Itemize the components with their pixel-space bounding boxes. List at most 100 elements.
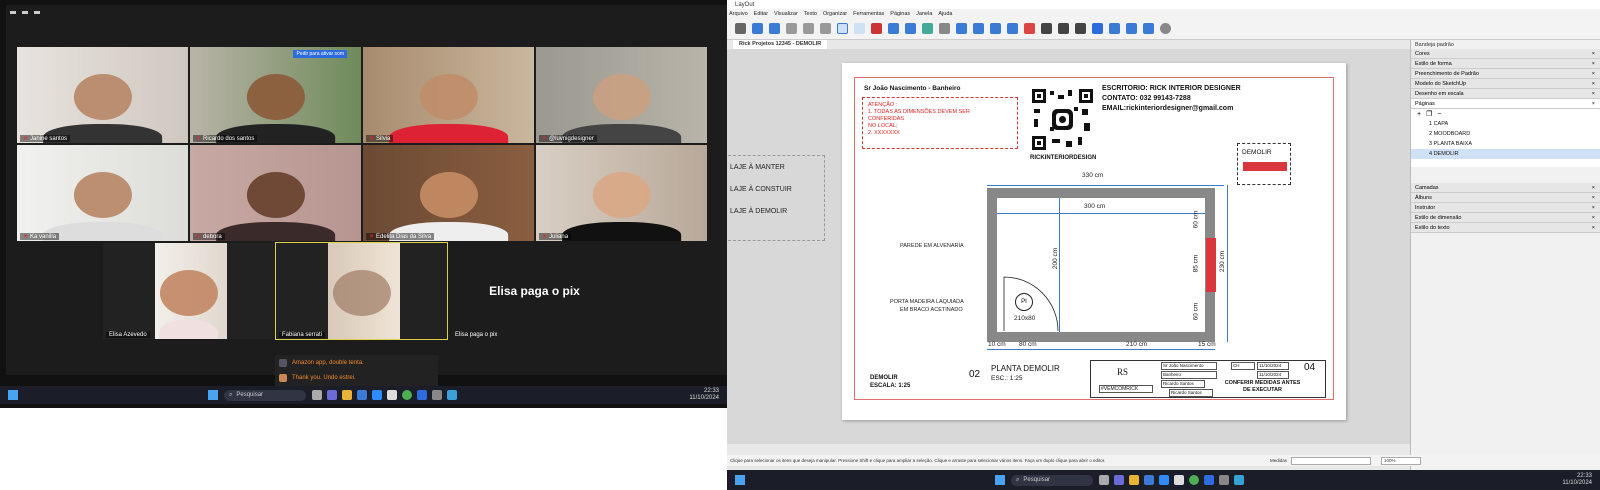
close-icon[interactable]: ×: [1592, 51, 1595, 57]
duplicate-page-icon[interactable]: ❐: [1426, 110, 1432, 118]
participant-tile[interactable]: ✕ Edelita Dias da Silva: [362, 144, 535, 242]
windows-start-icon[interactable]: [735, 475, 745, 485]
remove-page-icon[interactable]: −: [1437, 111, 1441, 118]
tray-section-sketchup-model[interactable]: Modelo do SketchUp ×: [1411, 79, 1600, 89]
menu-paginas[interactable]: Páginas: [890, 11, 910, 17]
dimension-tool-icon[interactable]: [990, 23, 1001, 34]
tray-section-shape-style[interactable]: Estilo de forma ×: [1411, 59, 1600, 69]
close-icon[interactable]: ×: [1592, 195, 1595, 201]
folder-icon[interactable]: [342, 390, 352, 400]
undo-icon[interactable]: [752, 23, 763, 34]
document-tab[interactable]: Rick Projetos 12345 - DEMOLIR: [733, 40, 828, 49]
text-tool-icon[interactable]: [956, 23, 967, 34]
participant-tile[interactable]: Elisa paga o pix Elisa paga o pix: [448, 242, 621, 340]
menu-janela[interactable]: Janela: [916, 11, 932, 17]
settings-icon[interactable]: [432, 390, 442, 400]
label-tool-icon[interactable]: [973, 23, 984, 34]
menu-ajuda[interactable]: Ajuda: [938, 11, 952, 17]
tray-section-instructor[interactable]: Instrutor ×: [1411, 203, 1600, 213]
app-icon[interactable]: [417, 390, 427, 400]
store-icon[interactable]: [1144, 475, 1154, 485]
chrome-icon[interactable]: [402, 390, 412, 400]
close-icon[interactable]: ×: [1592, 205, 1595, 211]
close-icon[interactable]: ×: [1592, 61, 1595, 67]
notification-item[interactable]: Thank you. Undo estrei.: [275, 370, 438, 385]
tray-section-pages[interactable]: Páginas ×: [1411, 99, 1600, 109]
chat-icon[interactable]: [1114, 475, 1124, 485]
active-speaker-tile[interactable]: Fabiana serrati: [275, 242, 448, 340]
copy-icon[interactable]: [803, 23, 814, 34]
menu-arquivo[interactable]: Arquivo: [729, 11, 748, 17]
polygon-tool-icon[interactable]: [939, 23, 950, 34]
participant-tile[interactable]: ✕ Ka vanilla: [16, 144, 189, 242]
split-icon[interactable]: [1058, 23, 1069, 34]
join-icon[interactable]: [1075, 23, 1086, 34]
close-icon[interactable]: ×: [1592, 215, 1595, 221]
prev-page-icon[interactable]: [1126, 23, 1137, 34]
paste-icon[interactable]: [820, 23, 831, 34]
chrome-icon[interactable]: [1189, 475, 1199, 485]
windows-start-icon[interactable]: [8, 390, 18, 400]
menu-visualizar[interactable]: Visualizar: [774, 11, 798, 17]
demolish-wall[interactable]: [1206, 238, 1216, 292]
participant-tile[interactable]: ✕ Juliana: [535, 144, 708, 242]
store-icon[interactable]: [357, 390, 367, 400]
zoom-select[interactable]: 100%: [1381, 456, 1422, 465]
start-icon[interactable]: [208, 390, 218, 400]
tray-section-dimension-style[interactable]: Estilo de dimensão ×: [1411, 213, 1600, 223]
page-item-capa[interactable]: 1 CAPA: [1411, 119, 1600, 129]
cut-icon[interactable]: [786, 23, 797, 34]
menu-editar[interactable]: Editar: [754, 11, 768, 17]
add-page-icon[interactable]: +: [1417, 111, 1421, 118]
print-icon[interactable]: [735, 23, 746, 34]
line-tool-icon[interactable]: [871, 23, 882, 34]
tray-section-colors[interactable]: Cores ×: [1411, 49, 1600, 59]
close-icon[interactable]: ×: [1592, 225, 1595, 231]
zoom-icon[interactable]: [372, 390, 382, 400]
tray-section-pattern-fill[interactable]: Preenchimento de Padrão ×: [1411, 69, 1600, 79]
circle-tool-icon[interactable]: [922, 23, 933, 34]
page-item-planta-baixa[interactable]: 3 PLANTA BAIXA: [1411, 139, 1600, 149]
participant-tile[interactable]: ✕ @luvnigdesigner: [535, 46, 708, 144]
app-icon[interactable]: [387, 390, 397, 400]
view-icon[interactable]: [22, 10, 28, 14]
tray-section-text-style[interactable]: Estilo do texto ×: [1411, 223, 1600, 233]
participant-tile[interactable]: Pedir para ativar som ✕ Ricardo dos santo…: [189, 46, 362, 144]
menu-texto[interactable]: Texto: [804, 11, 817, 17]
menu-ferramentas[interactable]: Ferramentas: [853, 11, 884, 17]
app-icon[interactable]: [447, 390, 457, 400]
folder-icon[interactable]: [1129, 475, 1139, 485]
tray-section-scrapbooks[interactable]: Álbuns ×: [1411, 193, 1600, 203]
close-icon[interactable]: ×: [1592, 185, 1595, 191]
participant-tile[interactable]: ✕ Silvia: [362, 46, 535, 144]
app-icon[interactable]: [1234, 475, 1244, 485]
drawing-canvas[interactable]: LAJE À MANTER LAJE À CONSTUIR LAJE À DEM…: [727, 49, 1410, 444]
menu-organizar[interactable]: Organizar: [823, 11, 847, 17]
settings-icon[interactable]: [1219, 475, 1229, 485]
zoom-icon[interactable]: [1159, 475, 1169, 485]
search-box[interactable]: ⌕ Pesquisar: [224, 389, 306, 401]
page-item-moodboard[interactable]: 2 MOODBOARD: [1411, 129, 1600, 139]
close-icon[interactable]: ×: [1592, 71, 1595, 77]
close-icon[interactable]: ×: [1592, 81, 1595, 87]
redo-icon[interactable]: [769, 23, 780, 34]
menu-icon[interactable]: [10, 10, 16, 14]
unmute-request-chip[interactable]: Pedir para ativar som: [293, 50, 347, 58]
participant-tile[interactable]: ✕ debora: [189, 144, 362, 242]
style-icon[interactable]: [1041, 23, 1052, 34]
tray-section-layers[interactable]: Camadas ×: [1411, 183, 1600, 193]
select-tool-icon[interactable]: [837, 23, 848, 34]
search-box[interactable]: ⌕ Pesquisar: [1011, 474, 1093, 486]
account-icon[interactable]: [1160, 23, 1171, 34]
app-icon[interactable]: [1174, 475, 1184, 485]
add-page-icon[interactable]: [1109, 23, 1120, 34]
tray-section-scaled-drawing[interactable]: Desenho em escala ×: [1411, 89, 1600, 99]
participant-tile[interactable]: Elisa Azevedo: [102, 242, 275, 340]
chat-icon[interactable]: [327, 390, 337, 400]
present-icon[interactable]: [1092, 23, 1103, 34]
close-icon[interactable]: ×: [1592, 91, 1595, 97]
arc-tool-icon[interactable]: [888, 23, 899, 34]
close-icon[interactable]: ×: [1592, 101, 1595, 107]
task-view-icon[interactable]: [1099, 475, 1109, 485]
select-arrow-icon[interactable]: [854, 23, 865, 34]
